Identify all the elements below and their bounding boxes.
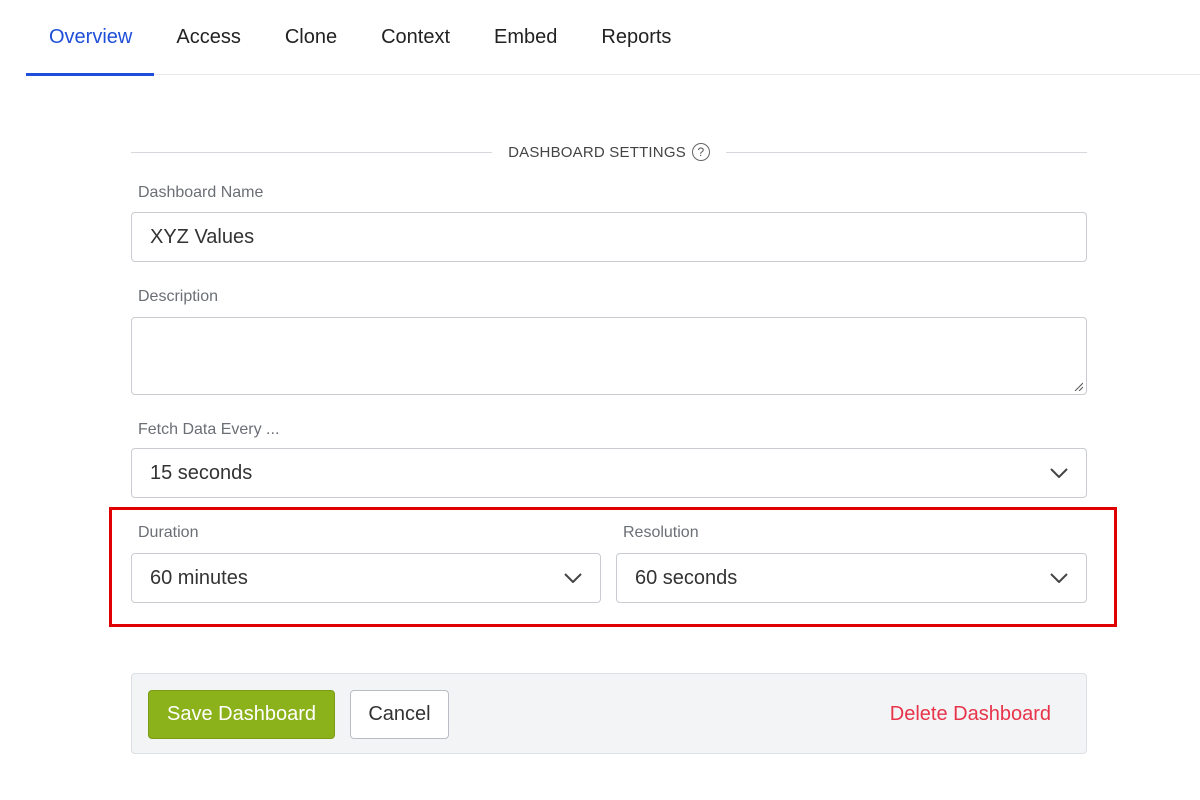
tab-clone[interactable]: Clone [263,0,359,75]
resolution-label: Resolution [623,524,699,541]
resolution-value: 60 seconds [635,566,738,589]
resize-handle-icon[interactable] [1073,381,1083,391]
section-title: DASHBOARD SETTINGS ? [492,143,726,161]
resolution-select[interactable]: 60 seconds [616,553,1087,603]
description-textarea[interactable] [131,317,1087,395]
description-label: Description [138,288,219,305]
cancel-button[interactable]: Cancel [350,690,449,739]
tab-overview[interactable]: Overview [26,0,155,76]
duration-select[interactable]: 60 minutes [131,553,601,603]
help-icon[interactable]: ? [691,143,710,161]
duration-value: 60 minutes [150,566,248,589]
tab-reports[interactable]: Reports [579,0,693,75]
delete-dashboard-button[interactable]: Delete Dashboard [881,690,1051,739]
dashboard-name-value: XYZ Values [150,225,255,248]
fetch-interval-value: 15 seconds [150,461,253,484]
action-bar: Save Dashboard Cancel Delete Dashboard [131,673,1087,754]
dashboard-name-input[interactable]: XYZ Values [131,212,1087,262]
divider [725,151,1088,153]
section-title-text: DASHBOARD SETTINGS [508,143,686,161]
tab-bar: Overview Access Clone Context Embed Repo… [26,0,1200,76]
fetch-interval-select[interactable]: 15 seconds [131,448,1087,498]
duration-label: Duration [138,524,199,541]
fetch-interval-label: Fetch Data Every ... [138,421,280,438]
divider [131,151,493,153]
chevron-down-icon [564,569,582,587]
chevron-down-icon [1050,464,1068,482]
tab-access[interactable]: Access [154,0,262,75]
tab-context[interactable]: Context [359,0,472,75]
tab-embed[interactable]: Embed [472,0,579,75]
save-dashboard-button[interactable]: Save Dashboard [148,690,335,739]
dashboard-name-label: Dashboard Name [138,184,264,201]
chevron-down-icon [1050,569,1068,587]
section-header: DASHBOARD SETTINGS ? [131,140,1088,164]
